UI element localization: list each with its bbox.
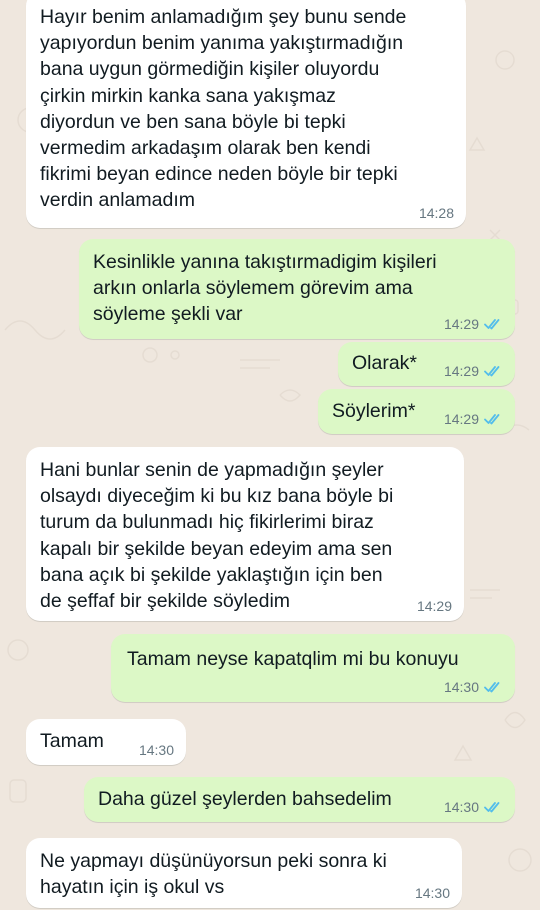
- read-receipt-icon: [484, 319, 500, 330]
- message-time: 14:28: [418, 205, 454, 221]
- message-meta: 14:30: [139, 742, 174, 758]
- message-meta: 14:28: [419, 205, 454, 221]
- read-receipt-icon: [484, 682, 500, 693]
- message-time: 14:30: [414, 885, 450, 901]
- message-text: Kesinlikle yanına takıştırmadigim kişile…: [93, 251, 437, 326]
- message-meta: 14:30: [444, 679, 503, 695]
- message-time: 14:29: [443, 363, 479, 379]
- message-text: Daha güzel şeylerden bahsedelim: [98, 788, 392, 810]
- message-meta: 14:29: [417, 598, 452, 614]
- outgoing-message-bubble[interactable]: Daha güzel şeylerden bahsedelim 14:30: [84, 777, 515, 822]
- outgoing-message-bubble[interactable]: Olarak* 14:29: [338, 342, 515, 386]
- message-text: Olarak*: [352, 352, 418, 374]
- message-time: 14:29: [443, 316, 479, 332]
- message-text: Tamam: [40, 730, 104, 752]
- message-time: 14:29: [416, 598, 452, 614]
- chat-wallpaper: Hayır benim anlamadığım şey bunu sende y…: [0, 0, 540, 910]
- incoming-message-bubble[interactable]: Hani bunlar senin de yapmadığın şeyler o…: [26, 447, 464, 621]
- message-time: 14:30: [443, 799, 479, 815]
- message-time: 14:29: [443, 411, 479, 427]
- message-time: 14:30: [443, 679, 479, 695]
- outgoing-message-bubble[interactable]: Söylerim* 14:29: [318, 389, 515, 434]
- read-receipt-icon: [484, 366, 500, 377]
- message-text: Ne yapmayı düşünüyorsun peki sonra ki ha…: [40, 850, 387, 899]
- read-receipt-icon: [484, 802, 500, 813]
- outgoing-message-bubble[interactable]: Kesinlikle yanına takıştırmadigim kişile…: [79, 239, 515, 339]
- message-text: Hayır benim anlamadığım şey bunu sende y…: [40, 6, 407, 212]
- incoming-message-bubble[interactable]: Ne yapmayı düşünüyorsun peki sonra ki ha…: [26, 838, 462, 908]
- message-meta: 14:30: [444, 799, 503, 815]
- incoming-message-bubble[interactable]: Hayır benim anlamadığım şey bunu sende y…: [26, 0, 466, 228]
- message-meta: 14:29: [444, 316, 503, 332]
- message-text: Söylerim*: [332, 400, 416, 422]
- message-text: Hani bunlar senin de yapmadığın şeyler o…: [40, 459, 394, 613]
- message-meta: 14:29: [444, 363, 503, 379]
- incoming-message-bubble[interactable]: Tamam 14:30: [26, 719, 186, 765]
- message-meta: 14:30: [415, 885, 450, 901]
- read-receipt-icon: [484, 414, 500, 425]
- message-time: 14:30: [138, 742, 174, 758]
- message-meta: 14:29: [444, 411, 503, 427]
- outgoing-message-bubble[interactable]: Tamam neyse kapatqlim mi bu konuyu 14:30: [111, 634, 515, 702]
- message-text: Tamam neyse kapatqlim mi bu konuyu: [127, 648, 459, 670]
